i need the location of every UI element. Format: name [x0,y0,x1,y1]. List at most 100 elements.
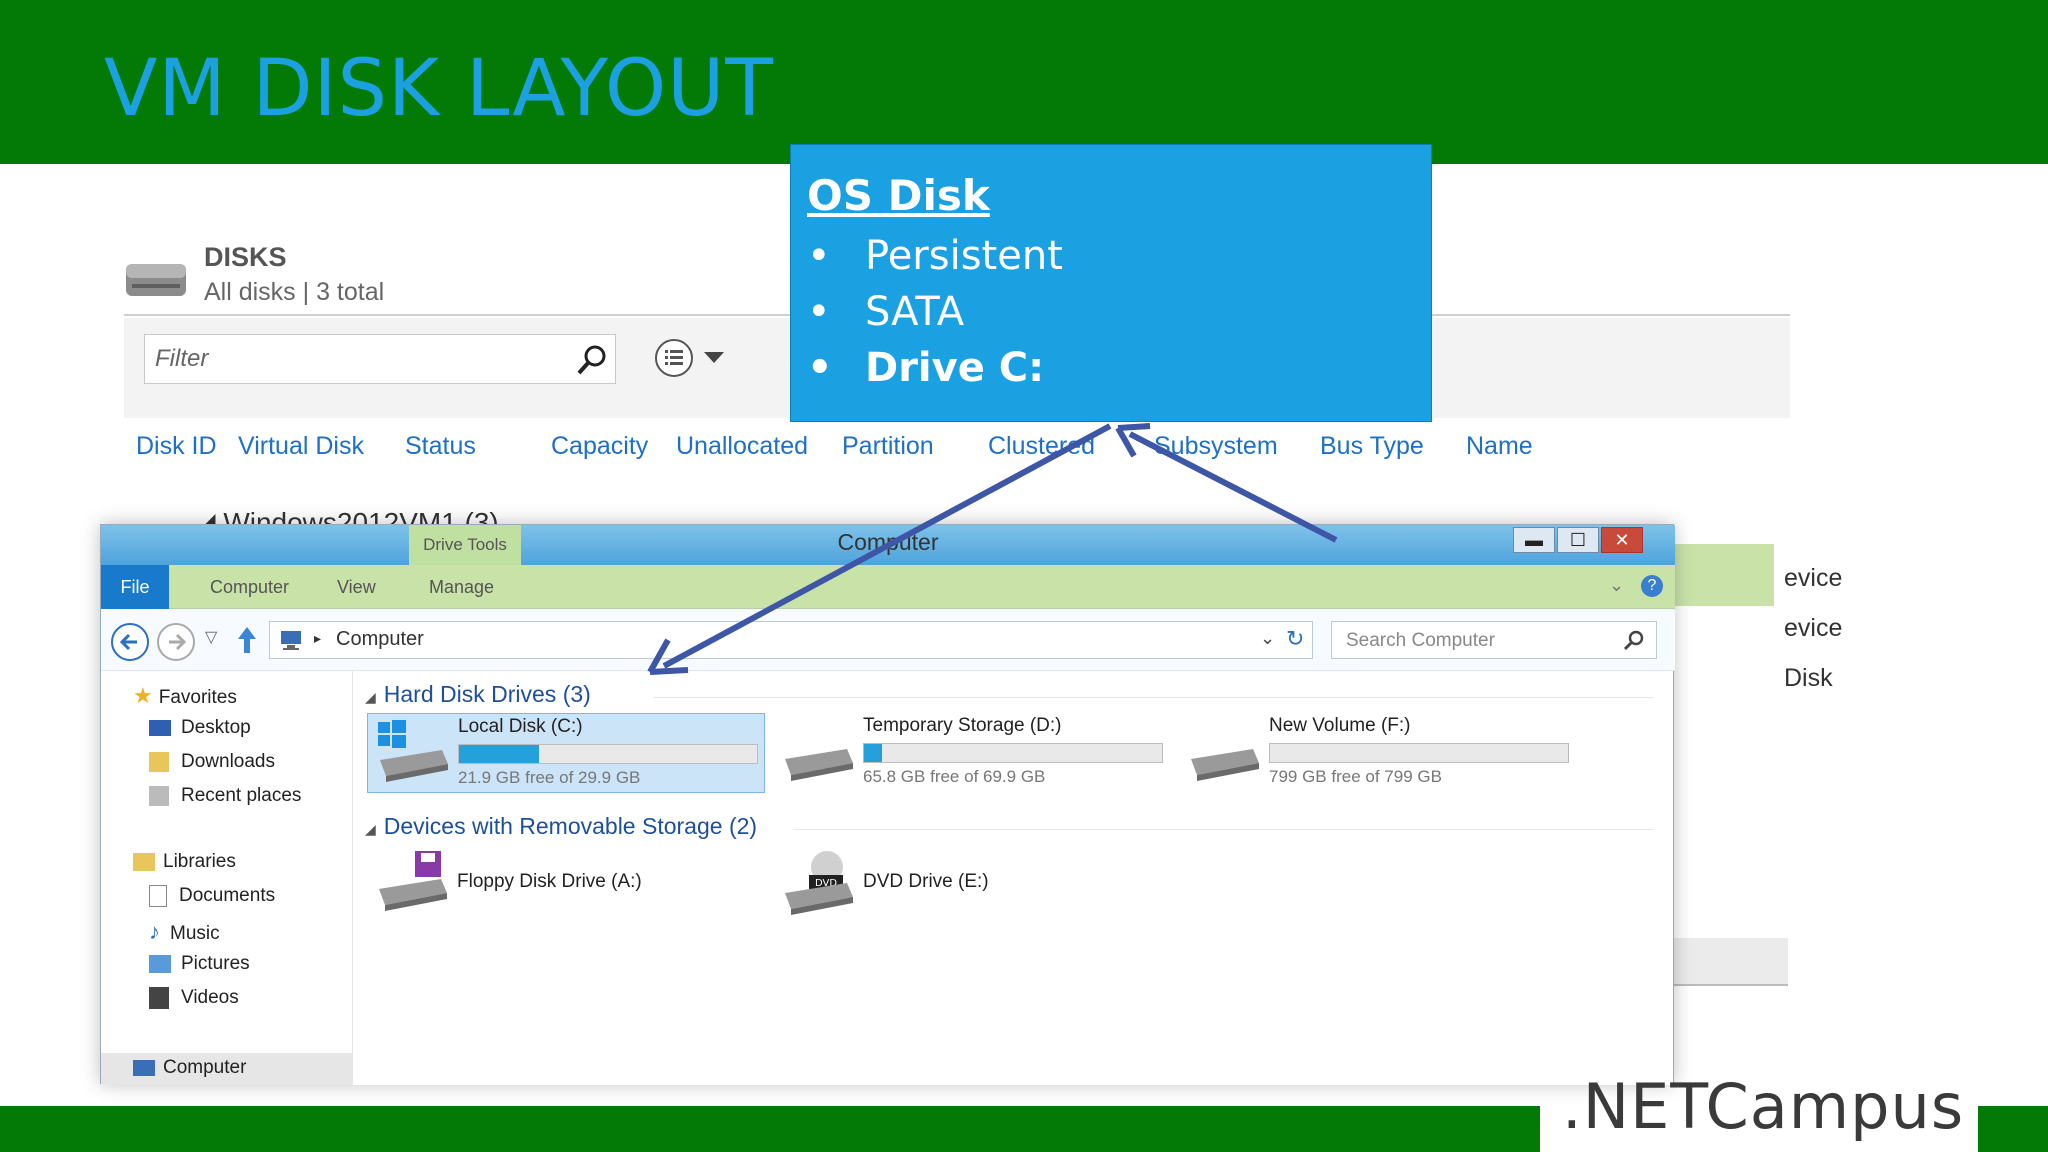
back-button[interactable] [111,623,149,661]
nav-desktop[interactable]: Desktop [149,717,251,739]
navigation-bar: ▽ ▸ Computer ⌄ ↻ Search Computer [101,609,1675,671]
chevron-down-icon[interactable]: ⌄ [1260,628,1275,649]
nav-computer[interactable]: Computer [101,1053,353,1085]
nav-videos[interactable]: Videos [149,987,239,1009]
videos-icon [149,987,169,1009]
drive-tile-dvd[interactable]: DVD DVD Drive (E:) [773,847,1173,927]
col-unallocated[interactable]: Unallocated [676,432,808,461]
star-icon: ★ [133,683,153,708]
cell-fragment: evice [1784,614,1843,642]
search-icon[interactable] [1622,628,1646,652]
ribbon: File Computer View Manage ⌄ ? [101,565,1675,609]
floppy-drive-icon [379,851,447,911]
drive-tile-f[interactable]: New Volume (F:) 799 GB free of 799 GB [1179,713,1579,793]
drive-tile-d[interactable]: Temporary Storage (D:) 65.8 GB free of 6… [773,713,1173,793]
filter-input[interactable]: Filter [144,334,616,384]
ribbon-extension [1674,544,1774,606]
nav-music[interactable]: ♪ Music [149,919,220,945]
bullet-marker: • [807,233,831,279]
nav-label: Computer [163,1057,247,1078]
recent-dropdown-icon[interactable]: ▽ [205,627,217,647]
nav-libraries[interactable]: Libraries [133,851,236,873]
nav-pictures[interactable]: Pictures [149,953,250,975]
nav-label: Desktop [181,717,251,738]
callout-title: OS Disk [807,171,990,220]
col-disk-id[interactable]: Disk ID [136,432,217,461]
desktop-icon [149,719,171,736]
col-clustered[interactable]: Clustered [988,432,1095,461]
tab-manage[interactable]: Manage [429,577,494,598]
col-partition[interactable]: Partition [842,432,934,461]
col-status[interactable]: Status [405,432,476,461]
nav-downloads[interactable]: Downloads [149,751,275,773]
windows-drive-icon [378,720,448,782]
cell-fragment: evice [1784,564,1843,592]
drive-usage-bar [863,743,1163,763]
pictures-icon [149,954,171,973]
downloads-icon [149,751,169,772]
drive-name: Local Disk (C:) [458,716,583,737]
list-view-icon[interactable] [654,338,694,378]
hard-drive-icon [785,749,853,781]
col-virtual-disk[interactable]: Virtual Disk [238,432,364,461]
window-title: Computer [837,529,939,555]
drive-usage-fill [459,745,540,763]
explorer-titlebar[interactable]: Computer Drive Tools ▬ ☐ ✕ [101,525,1675,565]
nav-recent-places[interactable]: Recent places [149,785,301,807]
bullet-text: Drive C: [865,345,1045,391]
help-icon[interactable]: ? [1641,575,1663,597]
disks-title: DISKS [204,242,287,272]
nav-favorites[interactable]: ★ Favorites [133,683,237,709]
ribbon-expand-icon[interactable]: ⌄ [1609,575,1624,596]
tab-file[interactable]: File [101,565,169,609]
collapse-icon: ◢ [365,689,376,705]
arrow-left-icon [119,633,137,651]
nav-label: Documents [179,885,276,907]
breadcrumb[interactable]: Computer [336,628,424,651]
column-header-row: Disk ID Virtual Disk Status Capacity Una… [124,420,1790,480]
maximize-button[interactable]: ☐ [1557,527,1599,553]
search-icon[interactable] [575,343,609,377]
drive-usage-bar [458,744,758,764]
forward-button[interactable] [157,623,195,661]
chevron-down-icon[interactable] [704,352,724,363]
col-capacity[interactable]: Capacity [551,432,648,461]
search-input[interactable]: Search Computer [1331,621,1657,659]
documents-icon [149,885,167,907]
disk-drive-icon [126,264,186,296]
disks-subtitle: All disks | 3 total [204,278,385,306]
section-removable[interactable]: ◢ Devices with Removable Storage (2) [365,813,757,840]
section-divider [653,697,1653,698]
minimize-button[interactable]: ▬ [1513,527,1555,553]
search-placeholder: Search Computer [1346,630,1495,651]
music-icon: ♪ [149,919,160,944]
nav-label: Libraries [163,851,236,872]
drive-name: New Volume (F:) [1269,715,1411,736]
nav-computer-item: Computer [133,1057,246,1079]
computer-icon [133,1059,155,1076]
close-button[interactable]: ✕ [1601,527,1643,553]
breadcrumb-separator-icon: ▸ [314,630,322,646]
os-disk-callout: OS Disk • Persistent • SATA • Drive C: [790,144,1432,422]
refresh-icon[interactable]: ↻ [1286,626,1304,652]
bullet-marker: • [807,345,833,391]
tab-computer[interactable]: Computer [210,577,289,598]
tab-view[interactable]: View [337,577,376,598]
nav-documents[interactable]: Documents [149,885,275,907]
slide-title: VM DISK LAYOUT [104,44,775,134]
col-bus-type[interactable]: Bus Type [1320,432,1424,461]
drive-free-space: 65.8 GB free of 69.9 GB [863,767,1046,786]
up-arrow-icon[interactable] [235,625,259,655]
col-name[interactable]: Name [1466,432,1533,461]
drive-tile-c[interactable]: Local Disk (C:) 21.9 GB free of 29.9 GB [367,713,765,793]
nav-label: Music [170,923,220,944]
section-hard-disks[interactable]: ◢ Hard Disk Drives (3) [365,681,591,708]
address-bar[interactable]: ▸ Computer ⌄ ↻ [269,621,1313,659]
drive-tile-floppy[interactable]: Floppy Disk Drive (A:) [367,847,767,927]
drive-free-space: 21.9 GB free of 29.9 GB [458,768,641,787]
filter-placeholder: Filter [155,345,209,372]
nav-label: Pictures [181,953,250,974]
col-subsystem[interactable]: Subsystem [1154,432,1278,461]
computer-icon [281,631,301,650]
drive-name: Temporary Storage (D:) [863,715,1062,736]
